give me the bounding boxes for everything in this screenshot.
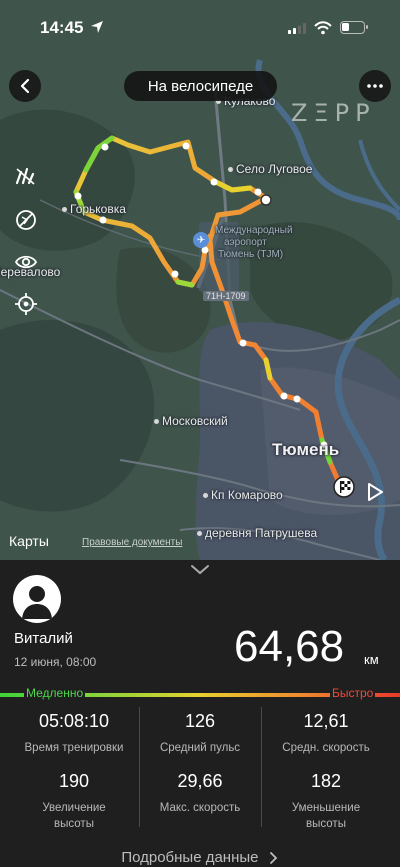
map-label-komarovo: Кп Комарово xyxy=(203,488,283,502)
battery-icon xyxy=(340,21,368,34)
chevron-down-icon[interactable] xyxy=(188,563,212,577)
distance-value: 64,68 xyxy=(234,622,345,671)
map-layer-off-icon[interactable] xyxy=(12,206,40,234)
finish-flag-icon xyxy=(333,476,355,498)
wifi-icon xyxy=(314,21,332,35)
location-arrow-icon xyxy=(91,21,103,33)
workout-summary-panel: Виталий 12 июня, 08:00 64,68 км Медленно… xyxy=(0,560,400,867)
status-time: 14:45 xyxy=(40,18,84,37)
distance-unit: км xyxy=(364,652,379,667)
speed-slow-label: Медленно xyxy=(24,686,86,700)
locate-icon[interactable] xyxy=(12,290,40,318)
road-shield: 71Н-1709 xyxy=(203,291,249,301)
stat-workout-time: 05:08:10 Время тренировки xyxy=(24,711,124,754)
apple-maps-attribution: Карты xyxy=(9,533,49,549)
details-link[interactable]: Подробные данные xyxy=(0,849,400,866)
stat-max-speed: 29,66 Макс. скорость xyxy=(159,771,241,814)
signal-icon xyxy=(288,23,306,34)
workout-date: 12 июня, 08:00 xyxy=(14,655,97,669)
stat-avg-heart-rate: 126 Средний пульс xyxy=(159,711,241,754)
speed-layer-icon[interactable] xyxy=(12,162,40,190)
eye-icon[interactable] xyxy=(12,248,40,276)
user-silhouette-icon xyxy=(22,586,52,619)
airport-icon: ✈ xyxy=(193,232,209,248)
status-bar: 14:45 xyxy=(0,0,400,50)
speed-fast-label: Быстро xyxy=(330,686,376,700)
avatar[interactable] xyxy=(13,575,61,623)
chevron-left-icon xyxy=(20,78,30,94)
legal-link[interactable]: Правовые документы xyxy=(82,537,182,548)
play-route-icon[interactable] xyxy=(364,481,386,503)
more-button[interactable] xyxy=(359,70,391,102)
zepp-logo: ZΞPP xyxy=(291,99,376,127)
map-label-gorkovka: Горьковка xyxy=(62,202,126,216)
map-label-selo-lugovoe: Село Луговое xyxy=(228,162,312,176)
user-name: Виталий xyxy=(14,630,73,647)
back-button[interactable] xyxy=(9,70,41,102)
chevron-right-icon xyxy=(269,852,277,864)
stat-avg-speed: 12,61 Средн. скорость xyxy=(282,711,370,754)
stat-elevation-loss: 182 Уменьшение высоты xyxy=(291,771,361,830)
map-label-airport: Международный аэропорт Тюмень (TJM) xyxy=(215,225,293,260)
map-label-patrusheva: деревня Патрушева xyxy=(197,526,317,540)
map-label-tyumen: Тюмень xyxy=(272,440,340,459)
more-dots-icon xyxy=(367,84,383,88)
stat-elevation-gain: 190 Увеличение высоты xyxy=(42,771,106,830)
activity-title: На велосипеде xyxy=(124,71,277,101)
map-label-moskovsky: Московский xyxy=(154,414,228,428)
